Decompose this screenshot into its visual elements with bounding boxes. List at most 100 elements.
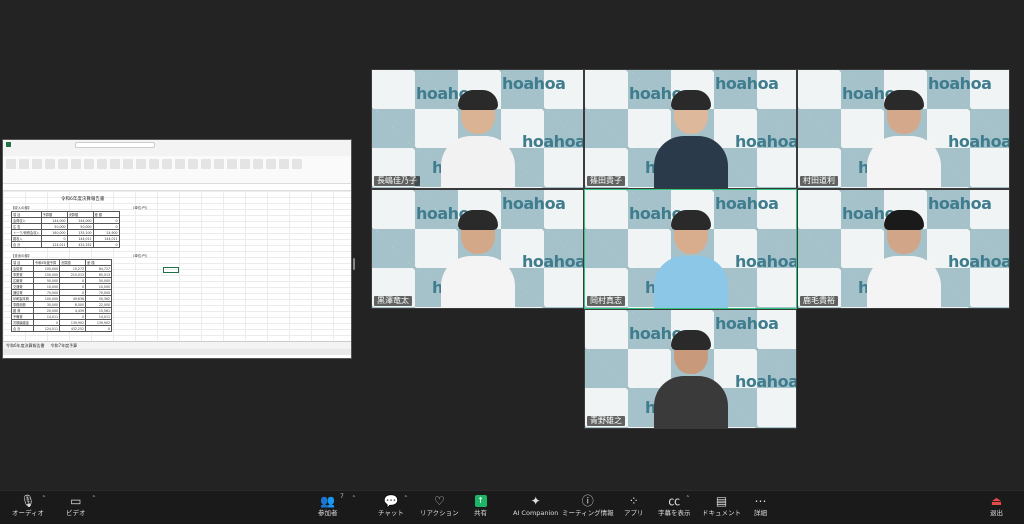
participants-button[interactable]: 👥 参加者 7 ˄ (318, 493, 356, 518)
chevron-up-icon[interactable]: ˄ (352, 495, 356, 503)
expense-table: 項 目令和6年度予算 決算額差 額会議費 100,000 15,273 84,727 事業… (11, 259, 112, 332)
background-logo: hoahoa (948, 132, 1010, 151)
chevron-up-icon[interactable]: ˄ (92, 495, 96, 503)
excel-menubar (3, 149, 351, 156)
chevron-up-icon[interactable]: ˄ (686, 495, 690, 503)
participant-body (653, 136, 728, 188)
video-button[interactable]: ▭ ビデオ ˄ (66, 493, 96, 518)
chat-icon: 💬 (383, 494, 399, 508)
table-cell[interactable]: トーク/研修会収入 (11, 229, 42, 236)
selected-cell[interactable] (163, 267, 179, 273)
heart-icon: ♡ (433, 494, 445, 508)
spreadsheet-grid: 令和6年度決算報告書 【収入の部】 (単位:円) 項 目予算額 決算額差 額会費収… (3, 191, 351, 341)
video-tile[interactable]: hoahoahoahoahoahoahoahoa篠田貴子 (584, 69, 797, 189)
more-label: 詳細 (754, 509, 767, 517)
table-cell[interactable]: 124,011 (33, 325, 60, 332)
participant-body (653, 256, 728, 308)
participant-video (440, 208, 515, 308)
income-unit-label: (単位:円) (133, 205, 147, 210)
table-cell[interactable]: 432,252 (59, 325, 86, 332)
apps-button[interactable]: ⁘ アプリ (624, 493, 644, 518)
meeting-stage: 令和6年度決算報告書 【収入の部】 (単位:円) 項 目予算額 決算額差 額会費収… (0, 0, 1024, 490)
participant-hair (670, 210, 711, 230)
chat-button[interactable]: 💬 チャット ˄ (378, 493, 408, 518)
video-tile[interactable]: hoahoahoahoahoahoahoahoa黒澤竜太 (371, 189, 584, 309)
excel-ribbon (3, 156, 351, 184)
leave-button[interactable]: ⏏ 退出 (990, 493, 1003, 518)
table-row: 合 計 124,011 432,252 0 (11, 241, 120, 248)
video-tile[interactable]: hoahoahoahoahoahoahoahoa鹿毛貴裕 (797, 189, 1010, 309)
background-logo: hoahoa (522, 252, 584, 271)
captions-label: 字幕を表示 (658, 509, 691, 517)
background-logo: hoahoa (948, 252, 1010, 271)
ai-companion-label: AI Companion (513, 509, 559, 517)
income-section-label: 【収入の部】 (11, 205, 32, 210)
table-cell[interactable]: 0 (85, 325, 112, 332)
chevron-up-icon[interactable]: ˄ (42, 495, 46, 503)
table-cell[interactable]: 432,252 (66, 241, 94, 248)
participants-count: 7 (340, 493, 344, 500)
participant-hair (670, 330, 711, 350)
participant-name-label: 村田道利 (800, 176, 838, 186)
document-icon: ▤ (715, 494, 728, 508)
participant-hair (883, 210, 924, 230)
shared-screen[interactable]: 令和6年度決算報告書 【収入の部】 (単位:円) 項 目予算額 決算額差 額会費収… (2, 139, 352, 359)
leave-label: 退出 (990, 509, 1003, 517)
video-tile[interactable]: hoahoahoahoahoahoahoahoa青野雄之 (584, 309, 797, 429)
participant-body (866, 256, 941, 308)
ai-companion-button[interactable]: ✦ AI Companion (513, 493, 558, 518)
participant-hair (883, 90, 924, 110)
participant-body (440, 136, 515, 188)
captions-icon: ㏄ (668, 494, 681, 508)
expense-section-label: 【支出の部】 (11, 253, 32, 258)
sheet-tab[interactable]: 令和7年度予算 (51, 343, 78, 349)
participant-name-label: 鹿毛貴裕 (800, 296, 838, 306)
meeting-info-label: ミーティング情報 (562, 509, 614, 517)
reactions-button[interactable]: ♡ リアクション (420, 493, 459, 518)
participant-name-label: 黒澤竜太 (374, 296, 412, 306)
table-cell[interactable]: 0 (92, 241, 120, 248)
share-label: 共有 (474, 509, 487, 517)
excel-titlebar (3, 140, 351, 149)
share-button[interactable]: ↑ 共有 (474, 493, 487, 518)
captions-button[interactable]: ㏄ 字幕を表示 ˄ (658, 493, 691, 518)
participant-video (440, 88, 515, 188)
share-icon: ↑ (474, 495, 487, 507)
sheet-tab[interactable]: 令和6年度決算報告書 (6, 343, 45, 349)
expense-unit-label: (単位:円) (133, 253, 147, 258)
meeting-info-button[interactable]: ⓘ ミーティング情報 (562, 493, 614, 518)
participant-video (866, 88, 941, 188)
participants-icon: 👥 (320, 494, 336, 508)
excel-icon (6, 142, 11, 147)
participant-hair (457, 210, 498, 230)
table-row: 合 計 124,011 432,252 0 (11, 325, 112, 332)
participants-label: 参加者 (318, 509, 338, 517)
more-button[interactable]: ⋯ 詳細 (754, 493, 767, 518)
audio-label: オーディオ (12, 509, 45, 517)
docs-button[interactable]: ▤ ドキュメント (702, 493, 741, 518)
participant-name-label: 岡村真志 (587, 296, 625, 306)
apps-label: アプリ (624, 509, 644, 517)
sheet-tabs: 令和6年度決算報告書 令和7年度予算 (3, 341, 351, 349)
participant-body (653, 376, 728, 428)
table-cell[interactable]: 令和6年度予算 (33, 259, 60, 266)
table-cell[interactable]: 合 計 (11, 241, 42, 248)
audio-button[interactable]: 🎙 オーディオ ˄ (12, 493, 46, 518)
video-tile-active-speaker[interactable]: hoahoahoahoahoahoahoahoa岡村真志 (584, 189, 797, 309)
info-icon: ⓘ (581, 494, 594, 508)
participant-video (866, 208, 941, 308)
video-tile[interactable]: hoahoahoahoahoahoahoahoa長嶋佳乃子 (371, 69, 584, 189)
excel-search-box (75, 141, 155, 148)
apps-icon: ⁘ (628, 494, 639, 508)
table-cell[interactable]: 124,011 (40, 241, 68, 248)
participant-video (653, 88, 728, 188)
income-table: 項 目予算額 決算額差 額会費収入 144,000 144,000 0 広 告 50,000… (11, 211, 120, 248)
participant-body (440, 256, 515, 308)
split-resize-handle[interactable] (353, 258, 355, 270)
chevron-up-icon[interactable]: ˄ (404, 495, 408, 503)
table-cell[interactable]: 合 計 (11, 325, 34, 332)
background-logo: hoahoa (522, 132, 584, 151)
video-tile[interactable]: hoahoahoahoahoahoahoahoa村田道利 (797, 69, 1010, 189)
formula-bar (3, 184, 351, 191)
video-label: ビデオ (66, 509, 86, 517)
